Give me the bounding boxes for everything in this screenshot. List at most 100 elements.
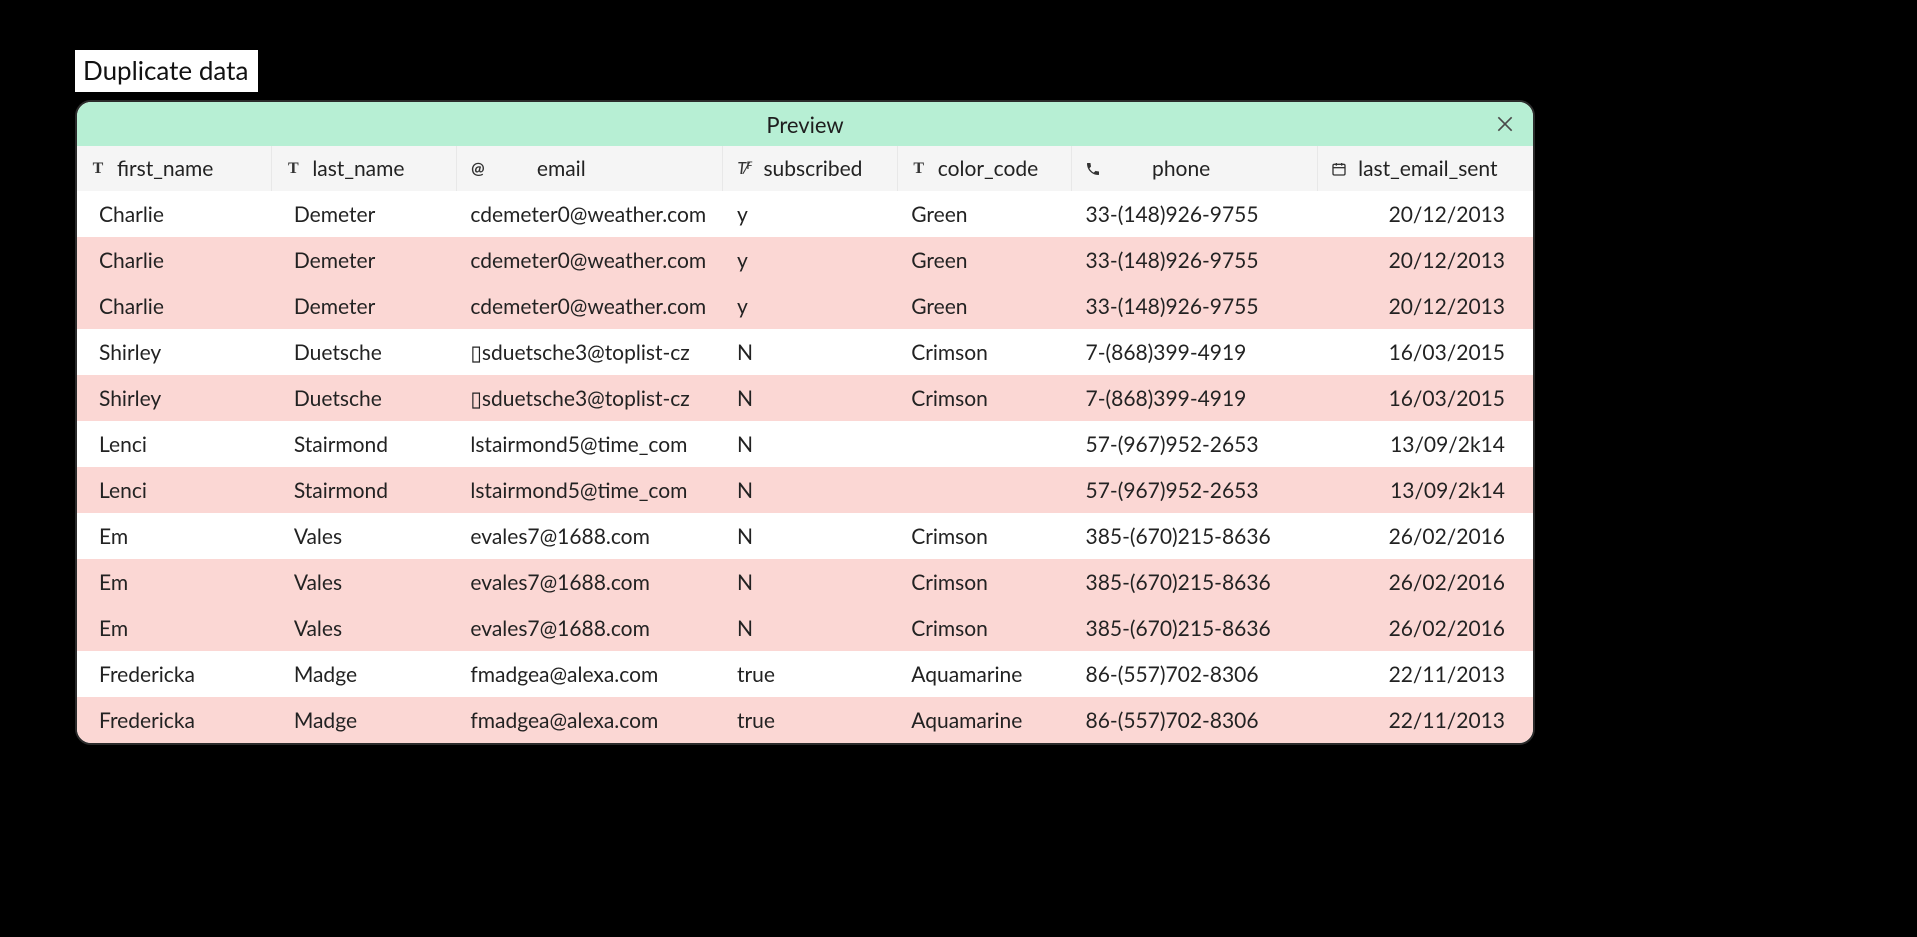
col-header-last-email-sent[interactable]: last_email_sent [1318, 146, 1533, 191]
col-header-color-code[interactable]: Tcolor_code [897, 146, 1071, 191]
cell-phone: 57-(967)952-2653 [1072, 467, 1318, 513]
cell-first-name: Charlie [77, 191, 272, 237]
cell-email: ▯sduetsche3@toplist-cz [456, 329, 723, 375]
cell-last-name: Madge [272, 651, 457, 697]
cell-email: ▯sduetsche3@toplist-cz [456, 375, 723, 421]
cell-email: cdemeter0@weather.com [456, 191, 723, 237]
table-row[interactable]: CharlieDemetercdemeter0@weather.comyGree… [77, 191, 1533, 237]
cell-color-code: Crimson [897, 605, 1071, 651]
cell-last-email-sent: 26/02/2016 [1318, 605, 1533, 651]
cell-last-email-sent: 16/03/2015 [1318, 329, 1533, 375]
cell-last-email-sent: 13/09/2k14 [1318, 421, 1533, 467]
col-label: last_email_sent [1358, 156, 1497, 181]
at-type-icon: @ [469, 159, 487, 178]
cell-email: evales7@1688.com [456, 559, 723, 605]
cell-first-name: Lenci [77, 421, 272, 467]
cell-subscribed: true [723, 651, 897, 697]
cell-first-name: Em [77, 605, 272, 651]
cell-subscribed: y [723, 237, 897, 283]
cell-last-name: Vales [272, 513, 457, 559]
preview-panel: Preview Tfirst_name Tlast_name @emai [75, 100, 1535, 745]
panel-header: Preview [77, 102, 1533, 146]
cell-subscribed: N [723, 605, 897, 651]
cell-last-name: Vales [272, 605, 457, 651]
cell-subscribed: N [723, 329, 897, 375]
cell-first-name: Charlie [77, 237, 272, 283]
text-type-icon: T [910, 160, 928, 178]
cell-last-email-sent: 20/12/2013 [1318, 237, 1533, 283]
cell-color-code: Crimson [897, 329, 1071, 375]
cell-email: evales7@1688.com [456, 513, 723, 559]
col-header-subscribed[interactable]: T⁄Fsubscribed [723, 146, 897, 191]
table-row[interactable]: CharlieDemetercdemeter0@weather.comyGree… [77, 237, 1533, 283]
table-row[interactable]: ShirleyDuetsche▯sduetsche3@toplist-czNCr… [77, 375, 1533, 421]
col-label: last_name [312, 156, 404, 181]
col-label: phone [1152, 156, 1210, 181]
close-icon[interactable] [1491, 110, 1519, 138]
panel-header-label: Preview [766, 111, 843, 138]
text-type-icon: T [89, 160, 107, 178]
bool-type-icon: T⁄F [735, 159, 753, 178]
cell-email: lstairmond5@time_com [456, 421, 723, 467]
cell-first-name: Shirley [77, 329, 272, 375]
table-row[interactable]: EmValesevales7@1688.comNCrimson385-(670)… [77, 513, 1533, 559]
cell-first-name: Charlie [77, 283, 272, 329]
cell-color-code [897, 421, 1071, 467]
cell-last-email-sent: 22/11/2013 [1318, 651, 1533, 697]
cell-first-name: Shirley [77, 375, 272, 421]
cell-last-name: Stairmond [272, 467, 457, 513]
cell-last-email-sent: 20/12/2013 [1318, 283, 1533, 329]
table-row[interactable]: EmValesevales7@1688.comNCrimson385-(670)… [77, 559, 1533, 605]
col-header-first-name[interactable]: Tfirst_name [77, 146, 272, 191]
cell-phone: 385-(670)215-8636 [1072, 513, 1318, 559]
cell-subscribed: y [723, 191, 897, 237]
cell-last-name: Stairmond [272, 421, 457, 467]
cell-email: evales7@1688.com [456, 605, 723, 651]
cell-subscribed: N [723, 375, 897, 421]
cell-email: lstairmond5@time_com [456, 467, 723, 513]
cell-email: cdemeter0@weather.com [456, 237, 723, 283]
cell-first-name: Fredericka [77, 651, 272, 697]
cell-color-code: Crimson [897, 375, 1071, 421]
cell-subscribed: N [723, 467, 897, 513]
col-header-last-name[interactable]: Tlast_name [272, 146, 457, 191]
table-row[interactable]: LenciStairmondlstairmond5@time_comN57-(9… [77, 421, 1533, 467]
cell-last-email-sent: 13/09/2k14 [1318, 467, 1533, 513]
table-row[interactable]: EmValesevales7@1688.comNCrimson385-(670)… [77, 605, 1533, 651]
table-row[interactable]: LenciStairmondlstairmond5@time_comN57-(9… [77, 467, 1533, 513]
date-type-icon [1330, 161, 1348, 177]
cell-color-code: Green [897, 191, 1071, 237]
col-header-phone[interactable]: phone [1072, 146, 1318, 191]
table-row[interactable]: FrederickaMadgefmadgea@alexa.comtrueAqua… [77, 651, 1533, 697]
cell-first-name: Fredericka [77, 697, 272, 743]
cell-last-name: Duetsche [272, 329, 457, 375]
cell-last-email-sent: 20/12/2013 [1318, 191, 1533, 237]
table-row[interactable]: FrederickaMadgefmadgea@alexa.comtrueAqua… [77, 697, 1533, 743]
cell-last-email-sent: 26/02/2016 [1318, 513, 1533, 559]
col-label: color_code [938, 156, 1039, 181]
cell-email: fmadgea@alexa.com [456, 651, 723, 697]
table-row[interactable]: CharlieDemetercdemeter0@weather.comyGree… [77, 283, 1533, 329]
col-label: first_name [117, 156, 213, 181]
phone-type-icon [1084, 161, 1102, 177]
cell-email: fmadgea@alexa.com [456, 697, 723, 743]
cell-subscribed: true [723, 697, 897, 743]
cell-phone: 33-(148)926-9755 [1072, 191, 1318, 237]
cell-phone: 385-(670)215-8636 [1072, 559, 1318, 605]
cell-color-code [897, 467, 1071, 513]
page-title: Duplicate data [75, 50, 258, 92]
cell-last-name: Demeter [272, 191, 457, 237]
cell-phone: 57-(967)952-2653 [1072, 421, 1318, 467]
cell-email: cdemeter0@weather.com [456, 283, 723, 329]
cell-last-email-sent: 16/03/2015 [1318, 375, 1533, 421]
cell-phone: 7-(868)399-4919 [1072, 375, 1318, 421]
table-header-row: Tfirst_name Tlast_name @email T⁄Fsubscri… [77, 146, 1533, 191]
cell-color-code: Crimson [897, 559, 1071, 605]
cell-first-name: Em [77, 513, 272, 559]
cell-color-code: Green [897, 283, 1071, 329]
col-header-email[interactable]: @email [456, 146, 723, 191]
cell-first-name: Em [77, 559, 272, 605]
cell-last-email-sent: 22/11/2013 [1318, 697, 1533, 743]
table-row[interactable]: ShirleyDuetsche▯sduetsche3@toplist-czNCr… [77, 329, 1533, 375]
cell-last-name: Demeter [272, 237, 457, 283]
